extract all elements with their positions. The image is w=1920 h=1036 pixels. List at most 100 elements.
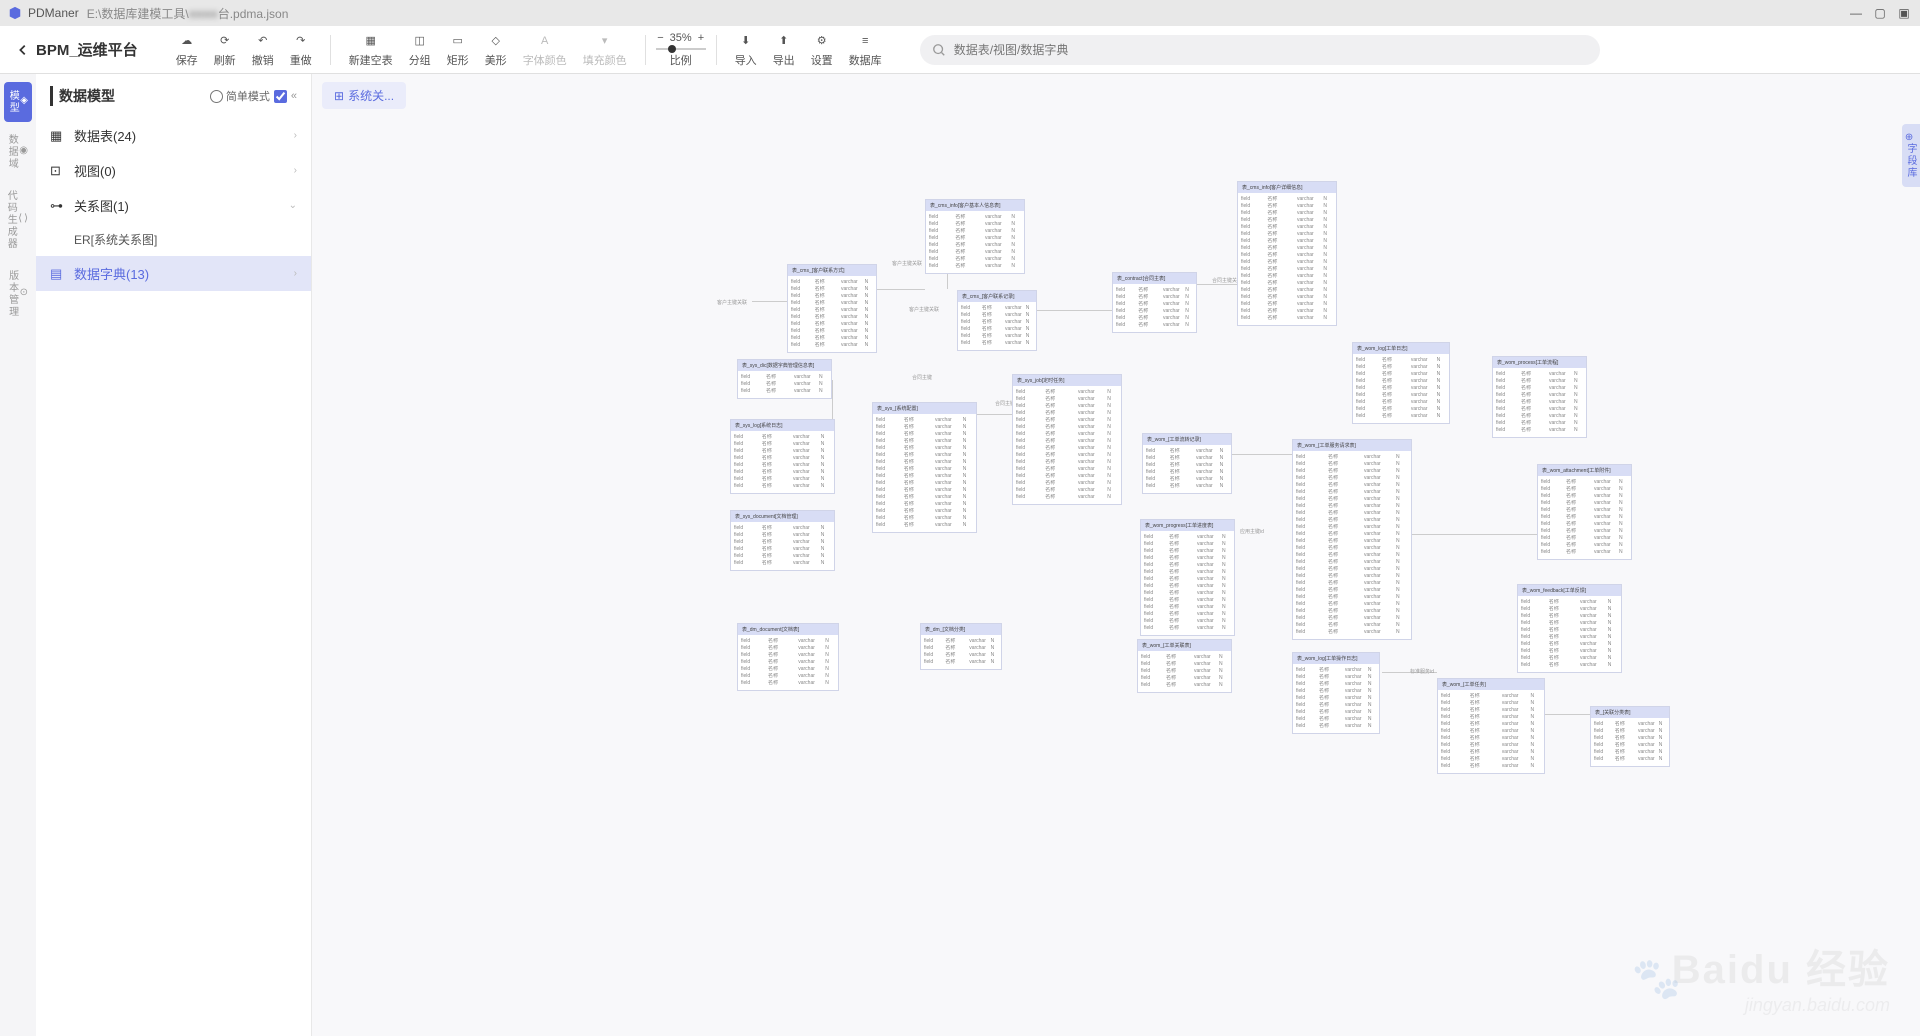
zoom-value: 35% (670, 32, 692, 44)
export-button[interactable]: ⬆导出 (765, 30, 803, 70)
back-button[interactable]: BPM_运维平台 (16, 39, 138, 60)
entity-field-row: field名称varcharN (1144, 576, 1231, 583)
tab-system-relation[interactable]: ⊞ 系统关... (322, 82, 406, 109)
entity-field-row: field名称varcharN (791, 335, 873, 342)
rail-version[interactable]: ⊙版本管理 (4, 262, 32, 326)
simple-mode-radio[interactable] (210, 90, 223, 103)
entity-field-row: field名称varcharN (1141, 675, 1228, 682)
new-table-button[interactable]: ▦新建空表 (341, 30, 401, 70)
entity-field-row: field名称varcharN (929, 214, 1021, 221)
entity-field-row: field名称varcharN (1296, 482, 1408, 489)
entity-table[interactable]: 表_dm_document[文档表]field名称varcharNfield名称… (737, 623, 839, 691)
entity-field-row: field名称varcharN (1521, 627, 1618, 634)
import-button[interactable]: ⬇导入 (727, 30, 765, 70)
group-icon: ◫ (411, 32, 429, 50)
entity-field-row: field名称varcharN (1594, 749, 1666, 756)
database-button[interactable]: ≡数据库 (841, 30, 890, 70)
close-icon[interactable]: ▣ (1896, 5, 1912, 21)
entity-table[interactable]: 表_wom_[工单任务]field名称varcharNfield名称varcha… (1437, 678, 1545, 774)
entity-table[interactable]: 表_sys_document[文档管理]field名称varcharNfield… (730, 510, 835, 571)
rect-button[interactable]: ▭矩形 (439, 30, 477, 70)
entity-table[interactable]: 表_[关联分类表]field名称varcharNfield名称varcharNf… (1590, 706, 1670, 767)
entity-field-row: field名称varcharN (1296, 681, 1376, 688)
rail-codegen[interactable]: ⟨⟩代码生成器 (4, 182, 32, 258)
entity-table[interactable]: 表_wom_log[工单日志]field名称varcharNfield名称var… (1352, 342, 1450, 424)
entity-table[interactable]: 表_wom_process[工单流程]field名称varcharNfield名… (1492, 356, 1587, 438)
dict-icon: ▤ (50, 266, 66, 282)
shape-button[interactable]: ◇美形 (477, 30, 515, 70)
font-color-button[interactable]: A字体颜色 (515, 30, 575, 70)
entity-table[interactable]: 表_wom_feedback[工单反馈]field名称varcharNfield… (1517, 584, 1622, 673)
entity-field-row: field名称varcharN (1296, 667, 1376, 674)
entity-field-row: field名称varcharN (1356, 364, 1446, 371)
entity-table[interactable]: 表_sys_job[定时任务]field名称varcharNfield名称var… (1012, 374, 1122, 505)
database-icon: ≡ (856, 32, 874, 50)
entity-field-row: field名称varcharN (1144, 611, 1231, 618)
entity-table[interactable]: 表_cms_[客户联系方式]field名称varcharNfield名称varc… (787, 264, 877, 353)
entity-table[interactable]: 表_wom_[工单服务请求表]field名称varcharNfield名称var… (1292, 439, 1412, 640)
refresh-button[interactable]: ⟳刷新 (206, 30, 244, 70)
entity-table[interactable]: 表_cms_[客户联系记录]field名称varcharNfield名称varc… (957, 290, 1037, 351)
zoom-in-icon[interactable]: + (698, 32, 704, 44)
entity-body: field名称varcharNfield名称varcharNfield名称var… (788, 276, 876, 352)
entity-table[interactable]: 表_contract[合同主表]field名称varcharNfield名称va… (1112, 272, 1197, 333)
tree-item-dict[interactable]: ▤数据字典(13)› (36, 256, 311, 291)
group-button[interactable]: ◫分组 (401, 30, 439, 70)
save-button[interactable]: ☁保存 (168, 30, 206, 70)
entity-field-row: field名称varcharN (1016, 403, 1118, 410)
er-label: 客户主键关联 (892, 260, 922, 267)
entity-field-row: field名称varcharN (1496, 413, 1583, 420)
zoom-slider-track[interactable] (656, 48, 706, 50)
minimize-icon[interactable]: — (1848, 5, 1864, 21)
entity-table[interactable]: 表_wom_[工单流转记录]field名称varcharNfield名称varc… (1142, 433, 1232, 494)
entity-header: 表_wom_log[工单操作日志] (1293, 653, 1379, 664)
tree-item-tables[interactable]: ▦数据表(24)› (36, 118, 311, 153)
rail-model[interactable]: ◈模型 (4, 82, 32, 122)
fill-color-button[interactable]: ▾填充颜色 (575, 30, 635, 70)
rail-domain[interactable]: ◉数据域 (4, 126, 32, 178)
search-input[interactable] (920, 35, 1600, 65)
zoom-out-icon[interactable]: − (657, 32, 663, 44)
entity-header: 表_cms_[客户联系记录] (958, 291, 1036, 302)
undo-button[interactable]: ↶撤销 (244, 30, 282, 70)
tree-item-relations[interactable]: ⊶关系图(1)⌄ (36, 188, 311, 223)
simple-mode-toggle[interactable]: 简单模式 « (210, 88, 297, 104)
canvas-area[interactable]: ⊞ 系统关... ⊕字段库 客户主键关联 客户主键关联 客户主键关联 合同主键 (312, 74, 1920, 1036)
entity-table[interactable]: 表_cms_info[客户基本人信息表]field名称varcharNfield… (925, 199, 1025, 274)
entity-table[interactable]: 表_sys_log[系统日志]field名称varcharNfield名称var… (730, 419, 835, 494)
er-canvas[interactable]: 客户主键关联 客户主键关联 客户主键关联 合同主键关联 合同主键 合同主键 应用… (312, 74, 1920, 1036)
entity-field-row: field名称varcharN (1296, 454, 1408, 461)
entity-table[interactable]: 表_wom_attachment[工单附件]field名称varcharNfie… (1537, 464, 1632, 560)
entity-table[interactable]: 表_wom_[工单关联表]field名称varcharNfield名称varch… (1137, 639, 1232, 693)
diamond-icon: ◇ (487, 32, 505, 50)
simple-mode-checkbox[interactable] (274, 90, 287, 103)
undo-icon: ↶ (254, 32, 272, 50)
redo-button[interactable]: ↷重做 (282, 30, 320, 70)
entity-field-row: field名称varcharN (791, 286, 873, 293)
entity-table[interactable]: 表_wom_progress[工单进度表]field名称varcharNfiel… (1140, 519, 1235, 636)
entity-table[interactable]: 表_sys_[系统配置]field名称varcharNfield名称varcha… (872, 402, 977, 533)
entity-field-row: field名称varcharN (961, 333, 1033, 340)
settings-button[interactable]: ⚙设置 (803, 30, 841, 70)
entity-table[interactable]: 表_wom_log[工单操作日志] field名称varcharN field名称v… (1292, 652, 1380, 734)
chevron-left-icon (16, 43, 30, 57)
entity-field-row: field名称varcharN (791, 300, 873, 307)
entity-field-row: field名称varcharN (741, 673, 835, 680)
entity-field-row: field名称varcharN (1016, 487, 1118, 494)
collapse-sidebar-icon[interactable]: « (291, 90, 297, 102)
maximize-icon[interactable]: ▢ (1872, 5, 1888, 21)
entity-table[interactable]: 表_cms_info[客户详细信息]field名称varcharNfield名称… (1237, 181, 1337, 326)
entity-field-row: field名称varcharN (1521, 641, 1618, 648)
entity-table[interactable]: 表_sys_dic[数据字典管理信息表]field名称varcharNfield… (737, 359, 832, 399)
entity-header: 表_cms_info[客户详细信息] (1238, 182, 1336, 193)
zoom-slider-thumb[interactable] (668, 45, 676, 53)
tree-item-views[interactable]: ⊡视图(0)› (36, 153, 311, 188)
entity-field-row: field名称varcharN (1441, 693, 1541, 700)
er-label: 标准服务id (1410, 668, 1434, 675)
entity-table[interactable]: 表_dm_[文档分类]field名称varcharNfield名称varchar… (920, 623, 1002, 670)
er-connector (877, 289, 925, 290)
entity-field-row: field名称varcharN (1016, 473, 1118, 480)
tree-item-er-diagram[interactable]: ER[系统关系图] (36, 223, 311, 256)
entity-field-row: field名称varcharN (791, 307, 873, 314)
zoom-control[interactable]: −35%+ 比例 (656, 32, 706, 68)
